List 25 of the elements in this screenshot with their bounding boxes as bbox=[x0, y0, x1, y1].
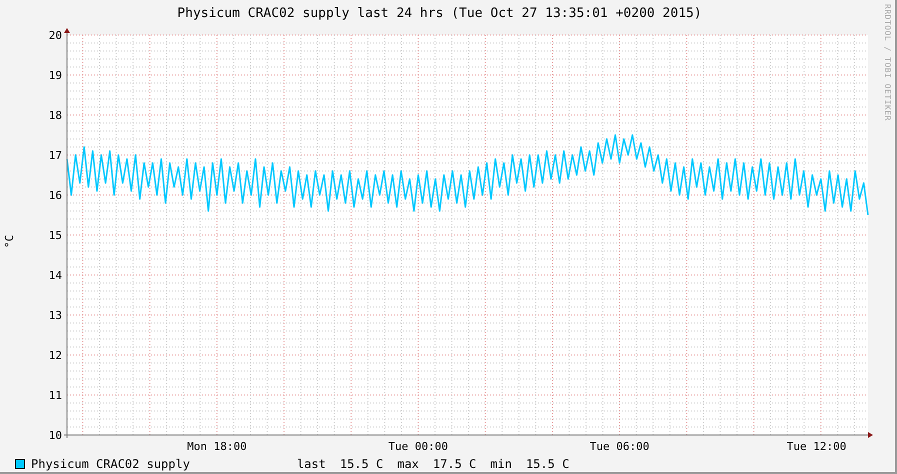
x-tick-label: Tue 06:00 bbox=[590, 440, 650, 453]
y-axis-label: °C bbox=[4, 234, 16, 248]
y-tick-label: 16 bbox=[48, 189, 62, 202]
y-tick-label: 17 bbox=[48, 149, 62, 162]
credit-text: RRDTOOL / TOBI OETIKER bbox=[883, 4, 892, 121]
y-tick-label: 14 bbox=[48, 269, 62, 282]
stat-value: 17.5 C bbox=[432, 457, 476, 471]
y-tick-label: 12 bbox=[48, 349, 62, 362]
x-tick-label: Tue 12:00 bbox=[786, 440, 846, 453]
y-tick-label: 13 bbox=[48, 309, 62, 322]
stat-value: 15.5 C bbox=[340, 457, 384, 471]
y-tick-label: 11 bbox=[48, 389, 62, 402]
x-tick-label: Tue 00:00 bbox=[388, 440, 448, 453]
y-tick-label: 15 bbox=[48, 229, 62, 242]
stat-label: min bbox=[490, 457, 512, 471]
y-tick-label: 19 bbox=[48, 69, 62, 82]
chart-title: Physicum CRAC02 supply last 24 hrs (Tue Oct 27 13:35:01 +0200 2015) bbox=[177, 4, 702, 22]
y-tick-label: 10 bbox=[48, 429, 62, 442]
stat-label: last bbox=[296, 457, 326, 471]
x-tick-label: Mon 18:00 bbox=[187, 440, 247, 453]
stat-value: 15.5 C bbox=[526, 457, 570, 471]
y-tick-label: 20 bbox=[48, 29, 62, 42]
legend-label: Physicum CRAC02 supply bbox=[31, 457, 190, 471]
stat-label: max bbox=[397, 457, 419, 471]
y-tick-label: 18 bbox=[48, 109, 62, 122]
